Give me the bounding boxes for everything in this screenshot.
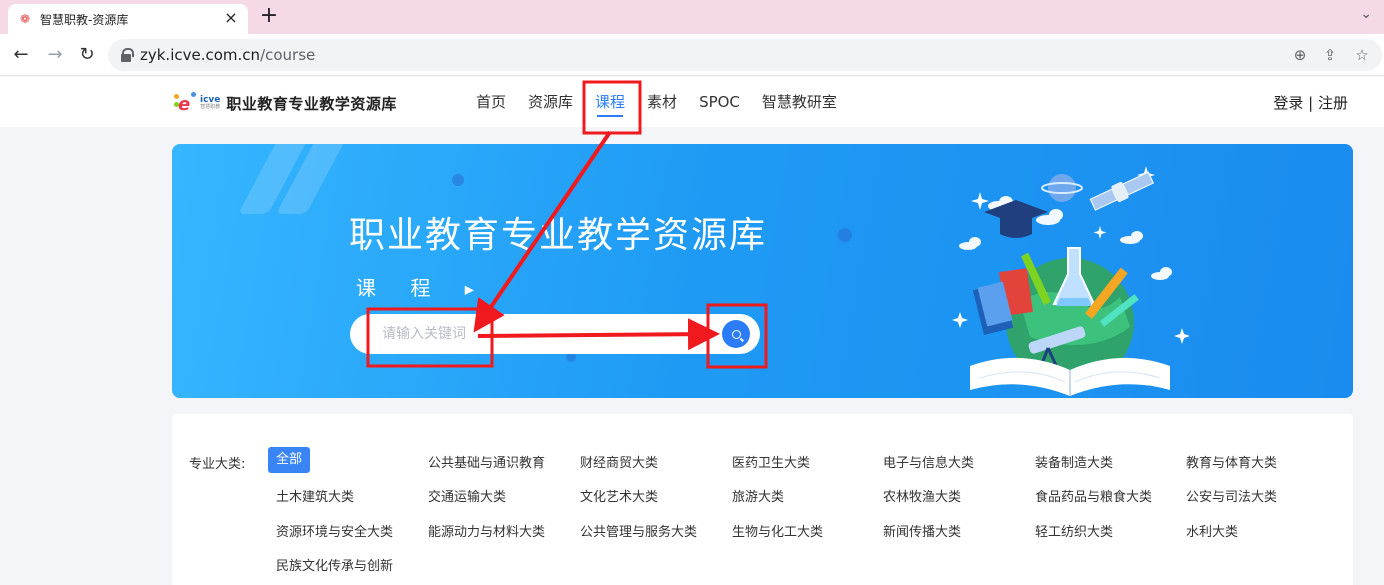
nav-home[interactable]: 首页 <box>476 77 506 127</box>
back-button[interactable]: ← <box>10 44 32 66</box>
category-item[interactable]: 文化艺术大类 <box>580 486 658 505</box>
category-item[interactable]: 轻工纺织大类 <box>1035 521 1113 540</box>
category-item[interactable]: 土木建筑大类 <box>276 486 354 505</box>
category-item[interactable]: 电子与信息大类 <box>883 452 974 471</box>
category-item[interactable]: 水利大类 <box>1186 521 1238 540</box>
browser-tab[interactable]: ❁ 智慧职教-资源库 × <box>8 4 248 34</box>
tab-title: 智慧职教-资源库 <box>40 12 129 27</box>
search-icon <box>731 329 741 339</box>
banner-subtitle: 课 程 ▶ <box>356 276 474 300</box>
logo-brand: icve 智慧职教 <box>200 95 221 110</box>
banner-title: 职业教育专业教学资源库 <box>349 215 768 256</box>
hero-banner: 职业教育专业教学资源库 课 程 ▶ <box>172 144 1353 398</box>
nav-course[interactable]: 课程 <box>595 77 625 127</box>
browser-tab-bar: ❁ 智慧职教-资源库 × + ⌄ <box>0 0 1384 34</box>
chevron-down-icon[interactable]: ⌄ <box>1360 6 1372 22</box>
new-tab-button[interactable]: + <box>258 5 280 28</box>
category-item[interactable]: 公共基础与通识教育 <box>428 452 545 471</box>
share-icon[interactable]: ⇪ <box>1320 45 1340 65</box>
category-item[interactable]: 生物与化工大类 <box>732 521 823 540</box>
register-link[interactable]: 注册 <box>1318 94 1348 112</box>
zoom-icon[interactable]: ⊕ <box>1290 45 1310 65</box>
category-item[interactable]: 农林牧渔大类 <box>883 486 961 505</box>
bookmark-star-icon[interactable]: ☆ <box>1352 45 1372 65</box>
reload-button[interactable]: ↻ <box>76 44 98 66</box>
category-item[interactable]: 交通运输大类 <box>428 486 506 505</box>
category-all-button[interactable]: 全部 <box>268 447 310 473</box>
logo-title: 职业教育专业教学资源库 <box>226 94 397 113</box>
search-button[interactable] <box>722 320 750 348</box>
decor-bubble <box>838 228 852 242</box>
category-item[interactable]: 能源动力与材料大类 <box>428 521 545 540</box>
category-item[interactable]: 资源环境与安全大类 <box>276 521 393 540</box>
decor-bubble <box>452 174 464 186</box>
nav-material[interactable]: 素材 <box>647 77 677 127</box>
category-item[interactable]: 教育与体育大类 <box>1186 452 1277 471</box>
url-text: zyk.icve.com.cn/course <box>140 46 316 64</box>
category-item[interactable]: 装备制造大类 <box>1035 452 1113 471</box>
category-item[interactable]: 公安与司法大类 <box>1186 486 1277 505</box>
category-item[interactable]: 新闻传播大类 <box>883 521 961 540</box>
address-bar[interactable]: zyk.icve.com.cn/course ⊕ ⇪ ☆ <box>108 39 1382 71</box>
category-panel: 专业大类: 全部 公共基础与通识教育 财经商贸大类 医药卫生大类 电子与信息大类… <box>172 414 1353 585</box>
category-item[interactable]: 财经商贸大类 <box>580 452 658 471</box>
category-label: 专业大类: <box>189 457 246 472</box>
auth-separator: | <box>1303 94 1318 112</box>
browser-toolbar: ← → ↻ zyk.icve.com.cn/course ⊕ ⇪ ☆ <box>0 34 1384 76</box>
search-box <box>350 314 760 354</box>
icve-logo-icon: ❁ <box>19 12 31 26</box>
search-input[interactable] <box>382 314 682 354</box>
education-illustration <box>952 166 1190 396</box>
auth-links: 登录 | 注册 <box>1273 92 1348 113</box>
category-item[interactable]: 民族文化传承与创新 <box>276 555 393 574</box>
category-item[interactable]: 旅游大类 <box>732 486 784 505</box>
category-item[interactable]: 医药卫生大类 <box>732 452 810 471</box>
nav-resource-library[interactable]: 资源库 <box>528 77 573 127</box>
login-link[interactable]: 登录 <box>1273 94 1303 112</box>
forward-button[interactable]: → <box>44 44 66 66</box>
category-item[interactable]: 食品药品与粮食大类 <box>1035 486 1152 505</box>
nav-smart-research[interactable]: 智慧教研室 <box>762 77 837 127</box>
site-header: e icve 智慧职教 职业教育专业教学资源库 首页 资源库 课程 素材 SPOC… <box>0 77 1384 127</box>
site-logo[interactable]: e icve 智慧职教 职业教育专业教学资源库 <box>174 91 397 115</box>
icve-logo-mark-icon: e <box>174 92 198 115</box>
close-tab-button[interactable]: × <box>222 9 240 27</box>
play-triangle-icon: ▶ <box>464 282 474 297</box>
lock-icon <box>120 48 134 62</box>
nav-spoc[interactable]: SPOC <box>699 77 740 127</box>
category-item[interactable]: 公共管理与服务大类 <box>580 521 697 540</box>
main-nav: 首页 资源库 课程 素材 SPOC 智慧教研室 <box>476 77 859 127</box>
